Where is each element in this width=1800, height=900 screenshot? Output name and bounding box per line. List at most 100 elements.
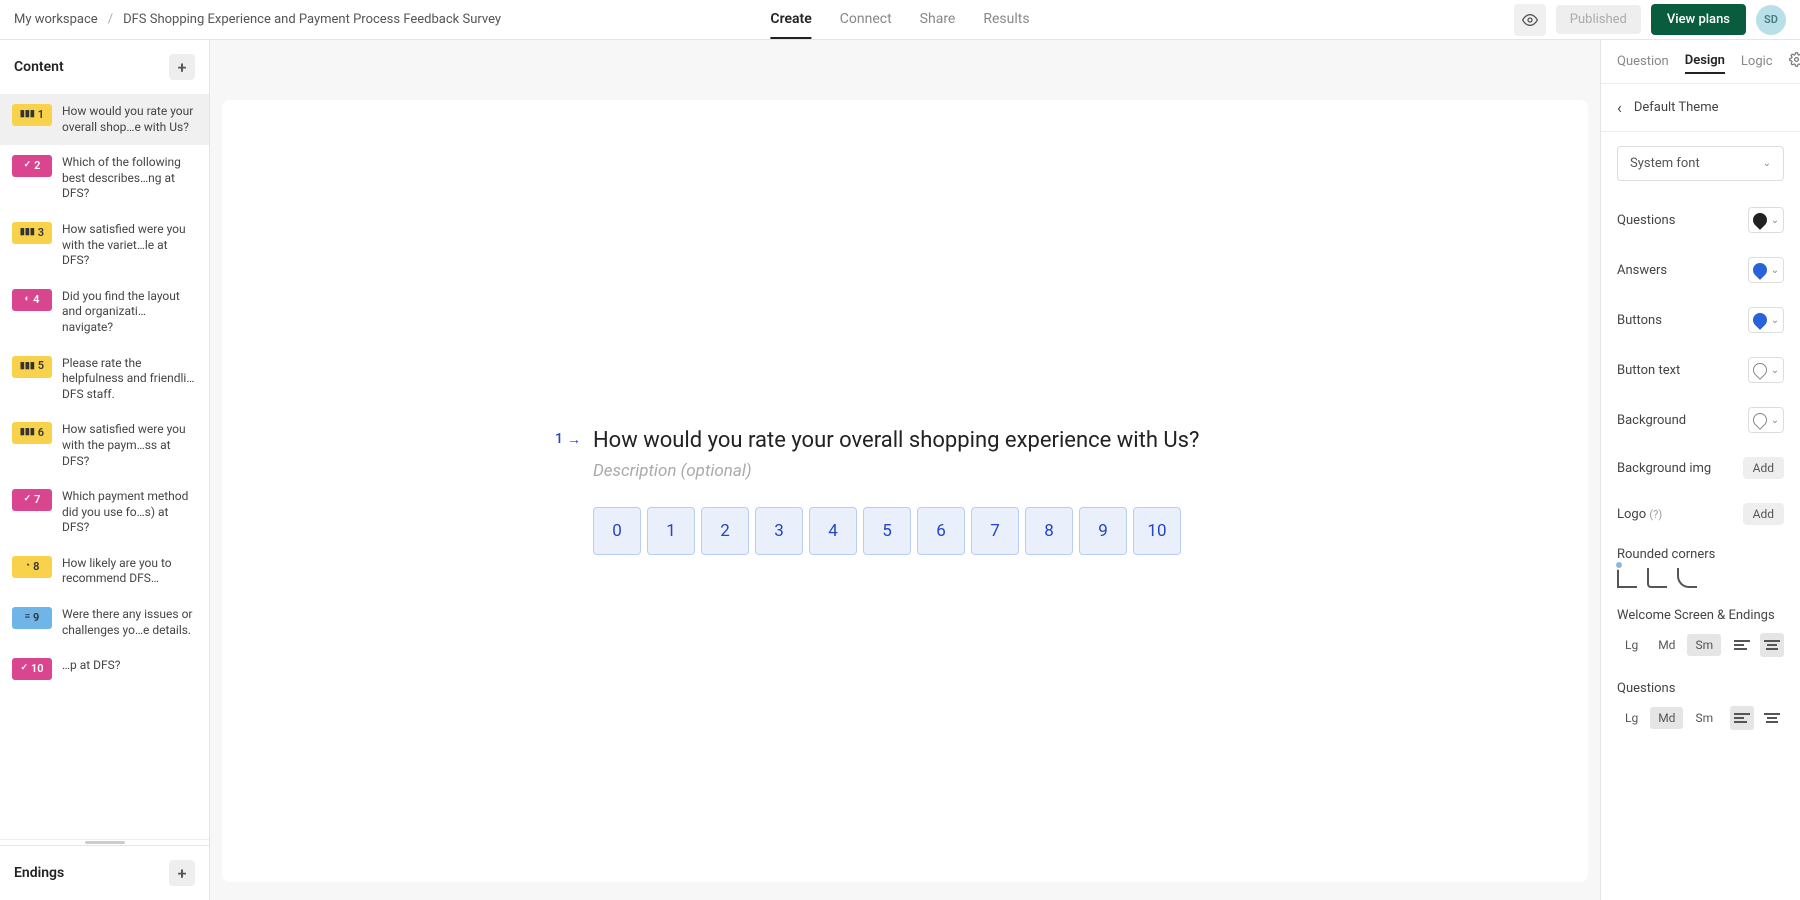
drop-icon — [1750, 210, 1770, 230]
scale-2[interactable]: 2 — [701, 507, 749, 555]
breadcrumb-workspace[interactable]: My workspace — [14, 12, 98, 27]
prop-logo-label: Logo — [1617, 507, 1646, 522]
sidebar-item-2[interactable]: ✓2Which of the following best describes…… — [0, 145, 209, 212]
buttontext-color[interactable]: ⌄ — [1748, 357, 1784, 383]
eye-icon — [1522, 12, 1538, 28]
preview-button[interactable] — [1514, 4, 1546, 36]
font-select[interactable]: System font ⌄ — [1617, 146, 1784, 181]
prop-bgimg-label: Background img — [1617, 461, 1711, 476]
chevron-down-icon: ⌄ — [1763, 158, 1771, 169]
breadcrumb: My workspace / DFS Shopping Experience a… — [14, 12, 501, 27]
buttons-color[interactable]: ⌄ — [1748, 307, 1784, 333]
arrow-right-icon: → — [567, 431, 581, 448]
question-summary: …p at DFS? — [62, 658, 197, 674]
welcome-sm[interactable]: Sm — [1687, 634, 1721, 656]
question-description[interactable]: Description (optional) — [593, 461, 1255, 481]
tab-share[interactable]: Share — [920, 1, 956, 39]
q-align-center[interactable] — [1760, 706, 1784, 730]
tab-create[interactable]: Create — [770, 1, 811, 39]
add-bgimg-button[interactable]: Add — [1743, 457, 1784, 479]
bars-icon: ▮▮▮ — [20, 109, 35, 121]
gauge-icon: ◔ — [25, 561, 30, 573]
welcome-lg[interactable]: Lg — [1617, 634, 1646, 656]
scale-9[interactable]: 9 — [1079, 507, 1127, 555]
welcome-label: Welcome Screen & Endings — [1601, 598, 1800, 629]
questions-sizes: Lg Md Sm — [1601, 702, 1800, 744]
breadcrumb-sep: / — [108, 12, 113, 27]
scale-10[interactable]: 10 — [1133, 507, 1181, 555]
scale-6[interactable]: 6 — [917, 507, 965, 555]
question-badge: ◐4 — [12, 289, 52, 311]
scale-3[interactable]: 3 — [755, 507, 803, 555]
sidebar-item-4[interactable]: ◐4Did you find the layout and organizati… — [0, 279, 209, 346]
circle-icon: ◐ — [25, 294, 30, 306]
add-content-button[interactable]: + — [169, 54, 195, 80]
question-badge: ▮▮▮3 — [12, 222, 52, 244]
align-left[interactable] — [1730, 633, 1754, 657]
sidebar-item-3[interactable]: ▮▮▮3How satisfied were you with the vari… — [0, 212, 209, 279]
q-align-left[interactable] — [1730, 706, 1754, 730]
sidebar-item-5[interactable]: ▮▮▮5Please rate the helpfulness and frie… — [0, 346, 209, 413]
q-lg[interactable]: Lg — [1617, 707, 1646, 729]
corner-large[interactable] — [1677, 568, 1697, 588]
q-md[interactable]: Md — [1650, 707, 1683, 729]
sidebar-item-6[interactable]: ▮▮▮6How satisfied were you with the paym… — [0, 412, 209, 479]
question-badge: ▮▮▮6 — [12, 422, 52, 444]
question-summary: Which of the following best describes…ng… — [62, 155, 197, 202]
sidebar-content-label: Content — [14, 59, 64, 75]
sidebar-item-10[interactable]: ✓10…p at DFS? — [0, 648, 209, 690]
drop-icon — [1750, 260, 1770, 280]
sidebar-item-7[interactable]: ✓7Which payment method did you use fo…s)… — [0, 479, 209, 546]
view-plans-button[interactable]: View plans — [1651, 4, 1746, 35]
sidebar-item-9[interactable]: ≡9 Were there any issues or challenges yo… — [0, 597, 209, 648]
questions-color[interactable]: ⌄ — [1748, 207, 1784, 233]
prop-bgimg: Background img Add — [1601, 445, 1800, 491]
background-color[interactable]: ⌄ — [1748, 407, 1784, 433]
corner-none[interactable] — [1617, 568, 1637, 588]
question-summary: Were there any issues or challenges yo…e… — [62, 607, 197, 638]
tab-results[interactable]: Results — [983, 1, 1029, 39]
bars-icon: ▮▮▮ — [20, 427, 35, 439]
scale-1[interactable]: 1 — [647, 507, 695, 555]
welcome-sizes: Lg Md Sm — [1601, 629, 1800, 671]
sidebar-item-1[interactable]: ▮▮▮1How would you rate your overall shop… — [0, 94, 209, 145]
question-list: ▮▮▮1How would you rate your overall shop… — [0, 94, 209, 839]
answers-color[interactable]: ⌄ — [1748, 257, 1784, 283]
scale-0[interactable]: 0 — [593, 507, 641, 555]
question-summary: Which payment method did you use fo…s) a… — [62, 489, 197, 536]
question-badge: ≡9 — [12, 607, 52, 629]
scale-7[interactable]: 7 — [971, 507, 1019, 555]
theme-name: Default Theme — [1634, 100, 1719, 115]
prop-buttons-label: Buttons — [1617, 313, 1662, 328]
prop-logo: Logo (?) Add — [1601, 491, 1800, 537]
drop-icon — [1750, 310, 1770, 330]
tab-design[interactable]: Design — [1685, 53, 1725, 74]
check-icon: ✓ — [24, 494, 32, 506]
logo-hint: (?) — [1649, 508, 1662, 521]
gear-icon — [1789, 52, 1800, 67]
question-number: 1 → — [555, 431, 581, 448]
question-title[interactable]: How would you rate your overall shopping… — [593, 428, 1255, 453]
scale-8[interactable]: 8 — [1025, 507, 1073, 555]
scale-5[interactable]: 5 — [863, 507, 911, 555]
tab-connect[interactable]: Connect — [840, 1, 892, 39]
prop-buttons: Buttons ⌄ — [1601, 295, 1800, 345]
corner-small[interactable] — [1647, 568, 1667, 588]
avatar[interactable]: SD — [1756, 5, 1786, 35]
q-sm[interactable]: Sm — [1687, 707, 1721, 729]
align-center[interactable] — [1760, 633, 1784, 657]
tab-question[interactable]: Question — [1617, 54, 1669, 69]
top-bar: My workspace / DFS Shopping Experience a… — [0, 0, 1800, 40]
scale-4[interactable]: 4 — [809, 507, 857, 555]
breadcrumb-title[interactable]: DFS Shopping Experience and Payment Proc… — [123, 12, 501, 27]
theme-row[interactable]: ‹ Default Theme — [1601, 84, 1800, 132]
tab-logic[interactable]: Logic — [1741, 54, 1773, 69]
font-value: System font — [1630, 156, 1700, 171]
settings-button[interactable] — [1789, 52, 1800, 71]
back-icon[interactable]: ‹ — [1617, 98, 1622, 117]
welcome-md[interactable]: Md — [1650, 634, 1683, 656]
sidebar-item-8[interactable]: ◔8How likely are you to recommend DFS… — [0, 546, 209, 597]
add-ending-button[interactable]: + — [169, 860, 195, 886]
bars-icon: ▮▮▮ — [20, 361, 35, 373]
add-logo-button[interactable]: Add — [1743, 503, 1784, 525]
